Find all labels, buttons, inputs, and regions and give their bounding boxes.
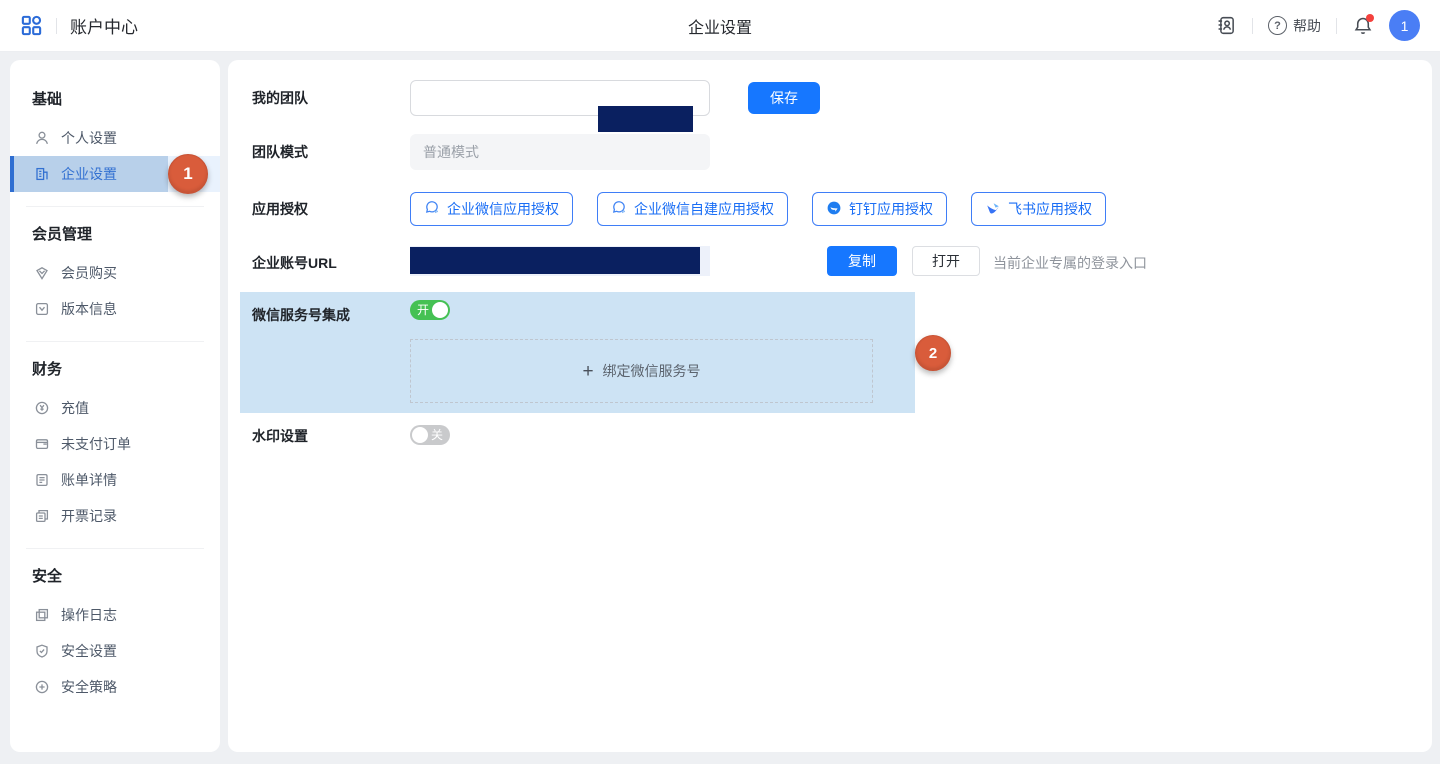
contacts-book-icon[interactable] [1216,15,1237,36]
sidebar-section-finance: 财务 [10,342,220,390]
wechat-service-toggle-on[interactable]: 开 [410,300,450,320]
dingtalk-auth-button[interactable]: 钉钉应用授权 [812,192,947,226]
sidebar-item-version-info[interactable]: 版本信息 [10,291,220,327]
shield-plus-icon [34,679,50,695]
auth-button-label: 企业微信应用授权 [447,199,559,219]
yuan-coin-icon [34,400,50,416]
login-entry-hint: 当前企业专属的登录入口 [993,253,1147,273]
sidebar-item-label: 开票记录 [61,506,117,526]
page-title: 企业设置 [688,0,752,52]
app-title: 账户中心 [70,13,138,38]
top-header: 账户中心 企业设置 ? 帮助 1 [0,0,1440,52]
sidebar-item-personal-settings[interactable]: 个人设置 [10,120,220,156]
wecom-selfbuilt-auth-button[interactable]: 企业微信自建应用授权 [597,192,788,226]
wallet-icon [34,436,50,452]
sidebar-item-label: 个人设置 [61,128,117,148]
sidebar-item-label: 未支付订单 [61,434,131,454]
sidebar-item-label: 版本信息 [61,299,117,319]
gem-icon [34,265,50,281]
watermark-toggle-off[interactable]: 关 [410,425,450,445]
bind-wechat-service-button[interactable]: + 绑定微信服务号 [410,339,873,403]
sidebar-item-recharge[interactable]: 充值 [10,390,220,426]
header-divider [1336,18,1337,34]
sidebar-item-label: 账单详情 [61,470,117,490]
sidebar-section-membership: 会员管理 [10,207,220,255]
sidebar-item-label: 会员购买 [61,263,117,283]
copy-button[interactable]: 复制 [827,246,897,276]
app-auth-label: 应用授权 [252,199,308,219]
bind-wechat-service-label: 绑定微信服务号 [603,361,701,381]
feishu-icon [985,200,1001,219]
sidebar-item-label: 操作日志 [61,605,117,625]
app-grid-logo-icon[interactable] [20,14,43,37]
team-name-input[interactable] [410,80,710,116]
enterprise-settings-panel: 我的团队 保存 团队模式 普通模式 应用授权 企业微信应用授权 企业微 [228,60,1432,752]
toggle-knob [412,427,428,443]
notification-dot [1366,14,1374,22]
layers-icon [34,607,50,623]
watermark-label: 水印设置 [252,426,308,446]
open-button[interactable]: 打开 [912,246,980,276]
enterprise-url-label: 企业账号URL [252,253,337,273]
sidebar-item-label: 企业设置 [61,164,117,184]
shield-check-icon [34,643,50,659]
team-mode-value: 普通模式 [410,134,710,170]
wecom-auth-button[interactable]: 企业微信应用授权 [410,192,573,226]
version-icon [34,301,50,317]
bill-document-icon [34,472,50,488]
auth-button-label: 飞书应用授权 [1008,199,1092,219]
sidebar-section-security: 安全 [10,549,220,597]
annotation-badge-2: 2 [915,335,951,371]
wecom-icon [611,200,627,219]
redacted-enterprise-url [410,247,700,274]
sidebar-item-unpaid-orders[interactable]: 未支付订单 [10,426,220,462]
wechat-service-label: 微信服务号集成 [252,305,350,325]
sidebar-item-security-settings[interactable]: 安全设置 [10,633,220,669]
user-icon [34,130,50,146]
help-button[interactable]: ? 帮助 [1268,16,1321,36]
header-divider [56,18,57,34]
sidebar-item-security-policy[interactable]: 安全策略 [10,669,220,705]
building-icon [34,166,50,182]
sidebar-item-label: 安全策略 [61,677,117,697]
toggle-on-label: 开 [417,300,429,320]
sidebar-item-bill-details[interactable]: 账单详情 [10,462,220,498]
feishu-auth-button[interactable]: 飞书应用授权 [971,192,1106,226]
notification-bell-icon[interactable] [1352,15,1374,37]
save-button[interactable]: 保存 [748,82,820,114]
sidebar-item-invoice-records[interactable]: 开票记录 [10,498,220,534]
sidebar-nav: 基础 个人设置 企业设置 1 会员管理 会员购买 [10,60,220,752]
header-divider [1252,18,1253,34]
sidebar-item-enterprise-settings[interactable]: 企业设置 1 [10,156,220,192]
question-icon: ? [1268,16,1287,35]
annotation-highlight-2: 微信服务号集成 开 + 绑定微信服务号 [240,292,915,413]
sidebar-item-label: 充值 [61,398,89,418]
invoice-icon [34,508,50,524]
plus-icon: + [582,362,593,381]
sidebar-item-operation-log[interactable]: 操作日志 [10,597,220,633]
toggle-off-label: 关 [431,425,443,445]
toggle-knob [432,302,448,318]
sidebar-section-basic: 基础 [10,68,220,120]
sidebar-item-label: 安全设置 [61,641,117,661]
help-label: 帮助 [1293,16,1321,36]
wecom-icon [424,200,440,219]
auth-button-label: 钉钉应用授权 [849,199,933,219]
dingtalk-icon [826,200,842,219]
my-team-label: 我的团队 [252,88,308,108]
auth-button-label: 企业微信自建应用授权 [634,199,774,219]
annotation-badge-1: 1 [168,154,208,194]
user-avatar[interactable]: 1 [1389,10,1420,41]
sidebar-item-member-purchase[interactable]: 会员购买 [10,255,220,291]
team-mode-label: 团队模式 [252,142,308,162]
redacted-team-name [598,106,693,132]
